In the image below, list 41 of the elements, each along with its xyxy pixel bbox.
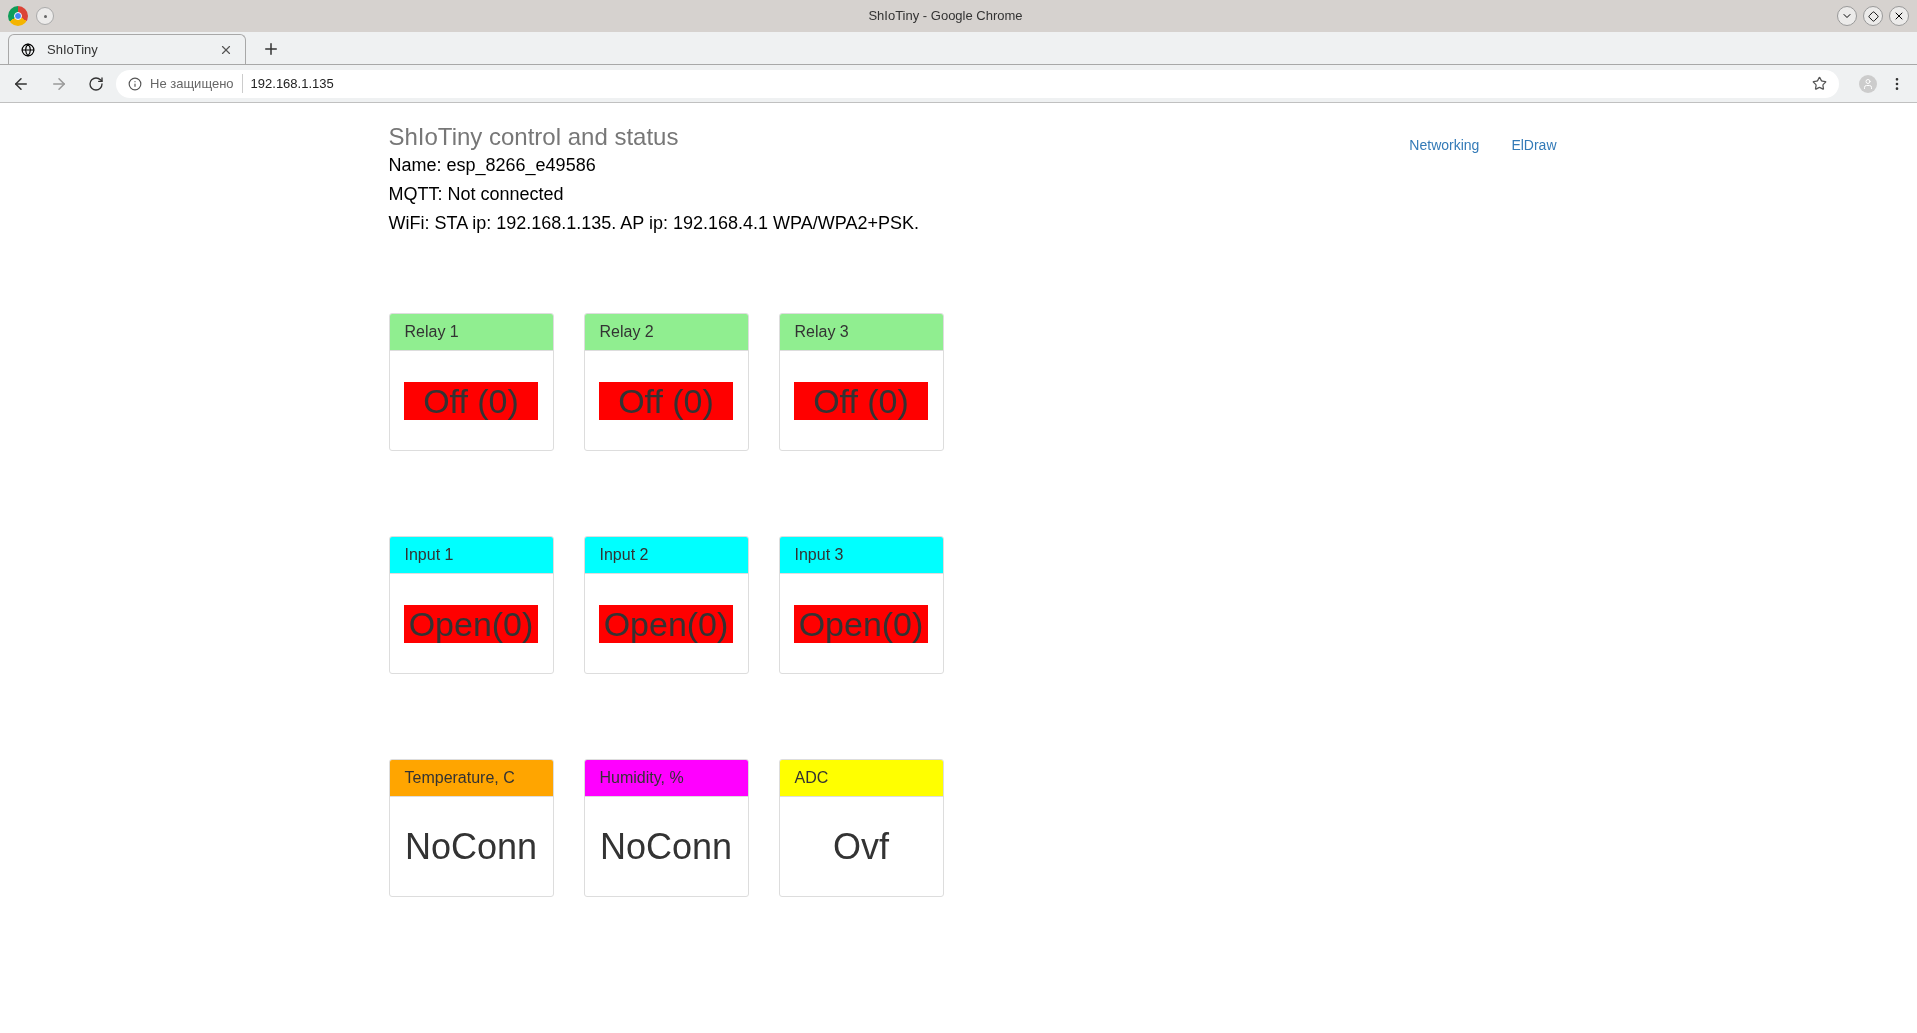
security-label: Не защищено: [150, 73, 243, 94]
page-title: ShIoTiny control and status: [388, 123, 680, 151]
status-line: WiFi: STA ip: 192.168.1.135. AP ip: 192.168.4.1 WPA/WPA2+PSK.: [388, 212, 919, 235]
browser-logo-icon: [8, 6, 28, 26]
card-title: Input 3: [794, 545, 844, 565]
new-tab-icon: [262, 40, 280, 58]
maximize-button[interactable]: [1863, 6, 1883, 26]
card-title: Relay 3: [794, 322, 849, 342]
url-text: 192.168.1.135: [250, 74, 335, 93]
card-value: Off (0): [404, 381, 538, 420]
globe-icon: [21, 42, 35, 57]
card-value: Off (0): [599, 381, 733, 420]
nav-link[interactable]: ElDraw: [1511, 135, 1557, 155]
card-value: Open(0): [794, 604, 928, 643]
card-value: Open(0): [599, 604, 733, 643]
info-icon: [128, 76, 142, 91]
window-menu-button[interactable]: [36, 7, 54, 25]
card-value: Open(0): [404, 604, 538, 643]
minimize-button[interactable]: [1837, 6, 1857, 26]
nav-link[interactable]: Networking: [1409, 135, 1480, 155]
card-title: Temperature, C: [404, 768, 515, 788]
status-line: Name: esp_8266_e49586: [388, 154, 597, 178]
card-title: Humidity, %: [599, 768, 684, 788]
card-title: ADC: [794, 768, 829, 788]
diamond-icon: [1867, 10, 1879, 22]
status-line: MQTT: Not connected: [388, 183, 565, 206]
card-title: Relay 1: [404, 322, 459, 342]
card-title: Input 1: [404, 545, 454, 565]
card-value: NoConn: [599, 827, 733, 866]
window-title: ShIoTiny - Google Chrome: [868, 7, 1023, 26]
card-title: Input 2: [599, 545, 649, 565]
close-icon: [1893, 10, 1905, 22]
browser-tab[interactable]: ShIoTiny: [8, 34, 246, 64]
card-value: NoConn: [404, 827, 538, 866]
card-value: Off (0): [794, 381, 928, 420]
reload-icon: [88, 75, 104, 92]
address-field[interactable]: Не защищено 192.168.1.135: [116, 69, 1839, 98]
close-button[interactable]: [1889, 6, 1909, 26]
card-title: Relay 2: [599, 322, 654, 342]
bookmark-star-icon: [1812, 76, 1827, 91]
card-value: Ovf: [832, 827, 890, 866]
